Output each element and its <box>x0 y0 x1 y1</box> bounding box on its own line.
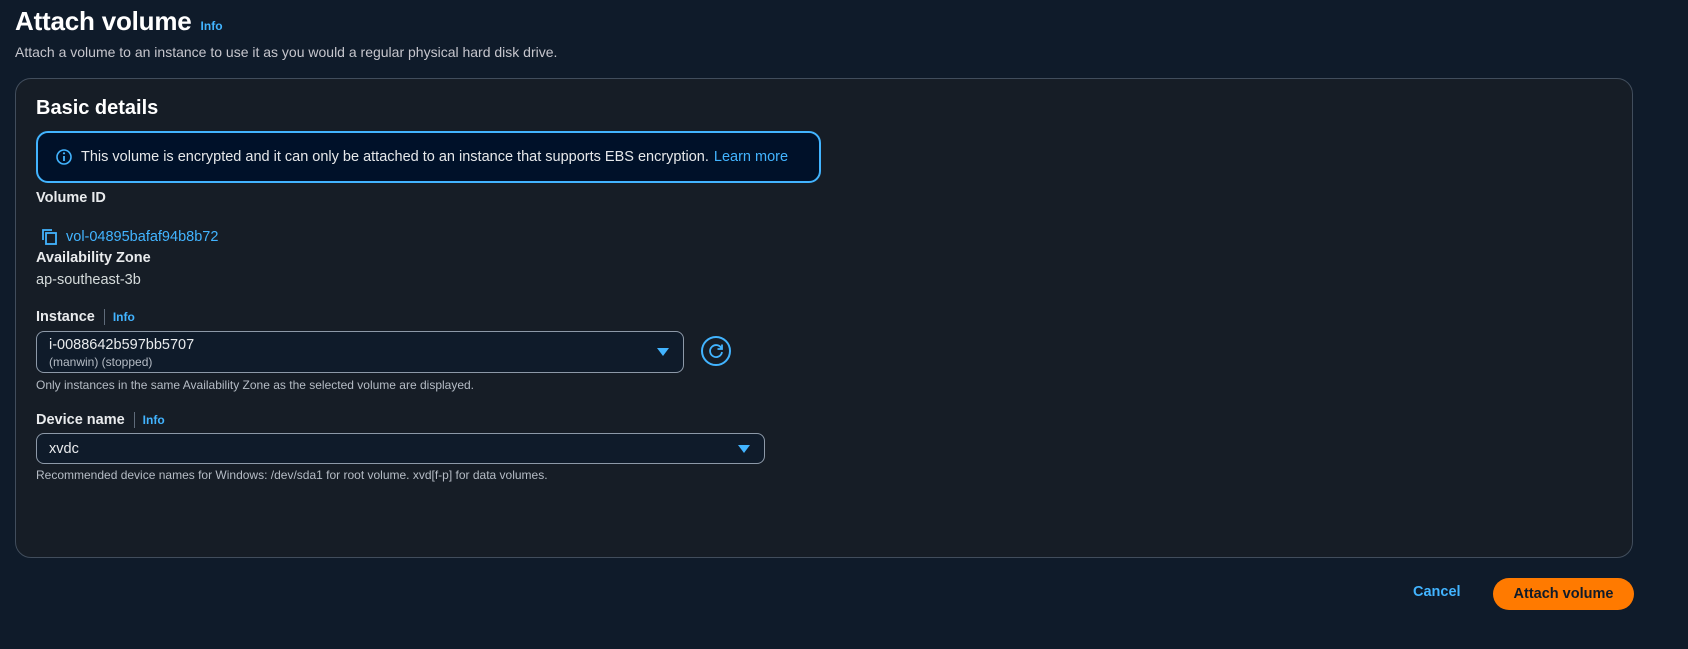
attach-volume-button[interactable]: Attach volume <box>1493 578 1634 610</box>
cancel-button[interactable]: Cancel <box>1413 584 1461 600</box>
refresh-button[interactable] <box>701 336 731 366</box>
page-header: Attach volume Info Attach a volume to an… <box>15 6 557 60</box>
copy-icon[interactable] <box>40 227 60 247</box>
basic-details-panel: Basic details This volume is encrypted a… <box>15 78 1633 558</box>
encryption-alert: This volume is encrypted and it can only… <box>36 131 821 183</box>
panel-title: Basic details <box>36 97 159 119</box>
info-circle-icon <box>54 147 74 167</box>
instance-select[interactable]: i-0088642b597bb5707 (manwin) (stopped) <box>36 331 684 373</box>
instance-hint: Only instances in the same Availability … <box>36 378 475 392</box>
availability-zone-value: ap-southeast-3b <box>36 272 141 288</box>
attach-volume-page: Attach volume Info Attach a volume to an… <box>0 0 1688 649</box>
chevron-down-icon <box>738 445 750 453</box>
header-info-link[interactable]: Info <box>201 19 223 33</box>
volume-id-row: vol-04895bafaf94b8b72 <box>40 227 218 247</box>
chevron-down-icon <box>657 348 669 356</box>
alert-text: This volume is encrypted and it can only… <box>81 149 709 165</box>
page-title: Attach volume <box>15 6 192 36</box>
instance-label: Instance Info <box>36 309 135 325</box>
refresh-icon <box>706 341 726 361</box>
instance-selected-detail: (manwin) (stopped) <box>49 355 153 369</box>
volume-id-link[interactable]: vol-04895bafaf94b8b72 <box>66 229 218 245</box>
label-divider <box>133 412 135 428</box>
device-name-label: Device name Info <box>36 412 165 428</box>
label-divider <box>103 309 105 325</box>
volume-id-label: Volume ID <box>36 190 106 206</box>
device-selected-value: xvdc <box>49 441 79 457</box>
instance-selected-value: i-0088642b597bb5707 <box>49 337 195 353</box>
device-info-link[interactable]: Info <box>143 413 165 427</box>
learn-more-link[interactable]: Learn more <box>714 149 788 165</box>
instance-info-link[interactable]: Info <box>113 310 135 324</box>
availability-zone-label: Availability Zone <box>36 250 151 266</box>
device-name-hint: Recommended device names for Windows: /d… <box>36 468 548 482</box>
page-description: Attach a volume to an instance to use it… <box>15 44 558 60</box>
device-name-select[interactable]: xvdc <box>36 433 765 464</box>
